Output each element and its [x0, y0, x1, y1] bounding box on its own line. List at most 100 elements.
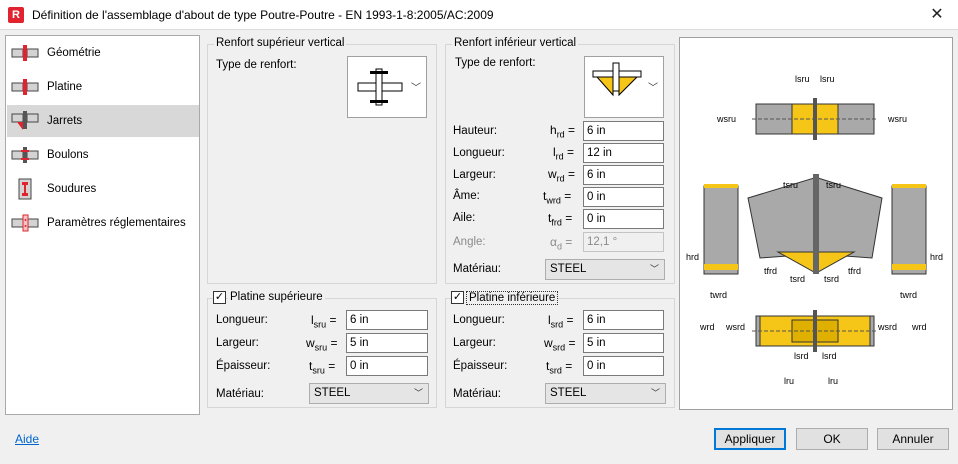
- app-icon: R: [8, 7, 24, 23]
- upper-row-label: Largeur:: [216, 337, 259, 349]
- lower-row-label: Angle:: [453, 236, 486, 248]
- sidebar-item-bolts[interactable]: Boulons: [7, 139, 199, 171]
- symbol: αd =: [550, 235, 573, 252]
- dim-label-hrd-2: hrd: [930, 252, 943, 262]
- upper-stiffener-type-label: Type de renfort:: [216, 59, 297, 71]
- angle-input: 12,1 °: [583, 232, 664, 252]
- upper-plate-thickness-input[interactable]: 0 in: [346, 356, 428, 376]
- symbol: twrd =: [543, 189, 572, 206]
- upper-plate-length-input[interactable]: 6 in: [346, 310, 428, 330]
- sidebar-item-welds[interactable]: Soudures: [7, 173, 199, 205]
- lower-plate-row-label: Largeur:: [453, 337, 496, 349]
- symbol: lsrd =: [548, 313, 574, 330]
- length-input[interactable]: 12 in: [583, 143, 664, 163]
- dim-label-wsrd-2: wsrd: [877, 322, 897, 332]
- upper-plate-width-input[interactable]: 5 in: [346, 333, 428, 353]
- lower-plate-checkbox[interactable]: ✓: [451, 291, 464, 304]
- dim-label-tfrd-2: tfrd: [848, 266, 861, 276]
- sidebar-item-label: Boulons: [47, 149, 89, 161]
- height-input[interactable]: 6 in: [583, 121, 664, 141]
- stiffener-type-icon: [592, 62, 642, 97]
- dim-label-twrd-2: twrd: [900, 290, 917, 300]
- dim-label-lru-2: lru: [828, 376, 838, 386]
- lower-row-label: Aile:: [453, 212, 476, 224]
- dim-label-twrd-1: twrd: [710, 290, 727, 300]
- dim-label-wsru-1: wsru: [716, 114, 736, 124]
- dim-label-lsrd-1: lsrd: [794, 351, 809, 361]
- material-label: Matériau:: [453, 388, 501, 400]
- upper-stiffener-type-picker[interactable]: ﹀: [347, 56, 427, 118]
- upper-stiffener-title: Renfort supérieur vertical: [214, 37, 347, 49]
- lower-plate-length-input[interactable]: 6 in: [583, 310, 664, 330]
- dim-label-wrd-1: wrd: [699, 322, 715, 332]
- dim-label-tsrd-1: tsrd: [790, 274, 805, 284]
- lower-row-label: Âme:: [453, 190, 480, 202]
- sidebar-item-plate[interactable]: Platine: [7, 71, 199, 103]
- upper-plate-checkbox[interactable]: ✓: [213, 291, 226, 304]
- sidebar-item-label: Jarrets: [47, 115, 83, 127]
- dim-label-lsrd-2: lsrd: [822, 351, 837, 361]
- web-input[interactable]: 0 in: [583, 187, 664, 207]
- dim-label-tsru-1: tsru: [783, 180, 798, 190]
- lower-plate-thickness-input[interactable]: 0 in: [583, 356, 664, 376]
- symbol: hrd =: [550, 123, 576, 140]
- bolts-icon: [11, 143, 39, 167]
- dim-label-tsru-2: tsru: [826, 180, 841, 190]
- symbol: tfrd =: [548, 211, 573, 228]
- dim-label-lru-1: lru: [784, 376, 794, 386]
- cancel-button[interactable]: Annuler: [877, 428, 949, 450]
- dim-label-wsrd-1: wsrd: [725, 322, 745, 332]
- sidebar: Géométrie Platine Jarrets Boulons Soudur…: [5, 35, 200, 415]
- code-params-icon: [11, 211, 39, 235]
- sidebar-item-label: Géométrie: [47, 47, 101, 59]
- symbol: wrd =: [548, 167, 576, 184]
- sidebar-item-geometry[interactable]: Géométrie: [7, 37, 199, 69]
- lower-plate-width-input[interactable]: 5 in: [583, 333, 664, 353]
- symbol: tsrd =: [546, 359, 573, 376]
- symbol: tsru =: [309, 359, 336, 376]
- lower-stiffener-material-select[interactable]: STEEL ﹀: [545, 259, 665, 280]
- geometry-icon: [11, 41, 39, 65]
- haunch-icon: [11, 109, 39, 133]
- apply-button[interactable]: Appliquer: [714, 428, 786, 450]
- dim-label-lsru-2: lsru: [820, 74, 835, 84]
- dim-label-tfrd-1: tfrd: [764, 266, 777, 276]
- connection-diagram: lsru lsru wsru wsru tsru tsru hrd hrd tf…: [679, 37, 953, 410]
- lower-stiffener-title: Renfort inférieur vertical: [452, 37, 579, 49]
- window-title: Définition de l'assemblage d'about de ty…: [32, 8, 494, 22]
- symbol: wsrd =: [544, 336, 576, 353]
- lower-row-label: Longueur:: [453, 147, 505, 159]
- title-bar: R Définition de l'assemblage d'about de …: [0, 0, 958, 30]
- material-label: Matériau:: [453, 263, 501, 275]
- dim-label-hrd-1: hrd: [686, 252, 699, 262]
- upper-row-label: Longueur:: [216, 314, 268, 326]
- lower-row-label: Largeur:: [453, 169, 496, 181]
- lower-stiffener-type-picker[interactable]: ﹀: [584, 56, 664, 118]
- symbol: wsru =: [306, 336, 338, 353]
- upper-plate-material-select[interactable]: STEEL ﹀: [309, 383, 429, 404]
- upper-plate-title: Platine supérieure: [228, 291, 325, 303]
- stiffener-type-icon: [357, 68, 403, 106]
- upper-row-label: Épaisseur:: [216, 360, 271, 372]
- welds-icon: [11, 177, 39, 201]
- lower-plate-row-label: Épaisseur:: [453, 360, 508, 372]
- lower-row-label: Hauteur:: [453, 125, 498, 137]
- material-label: Matériau:: [216, 388, 264, 400]
- close-icon[interactable]: ✕: [922, 2, 952, 28]
- lower-plate-row-label: Longueur:: [453, 314, 505, 326]
- sidebar-item-haunches[interactable]: Jarrets: [7, 105, 199, 137]
- dim-label-lsru-1: lsru: [795, 74, 810, 84]
- symbol: lrd =: [553, 145, 575, 162]
- help-link[interactable]: Aide: [15, 432, 39, 446]
- flange-input[interactable]: 0 in: [583, 209, 664, 229]
- lower-plate-material-select[interactable]: STEEL ﹀: [545, 383, 666, 404]
- ok-button[interactable]: OK: [796, 428, 868, 450]
- connection-diagram-drawing: lsru lsru wsru wsru tsru tsru hrd hrd tf…: [686, 74, 943, 386]
- dim-label-tsrd-2: tsrd: [824, 274, 839, 284]
- sidebar-item-code-params[interactable]: Paramètres réglementaires: [7, 207, 199, 239]
- dim-label-wrd-2: wrd: [911, 322, 927, 332]
- width-input[interactable]: 6 in: [583, 165, 664, 185]
- dim-label-wsru-2: wsru: [887, 114, 907, 124]
- sidebar-item-label: Platine: [47, 81, 83, 93]
- lower-plate-title: Platine inférieure: [466, 291, 559, 305]
